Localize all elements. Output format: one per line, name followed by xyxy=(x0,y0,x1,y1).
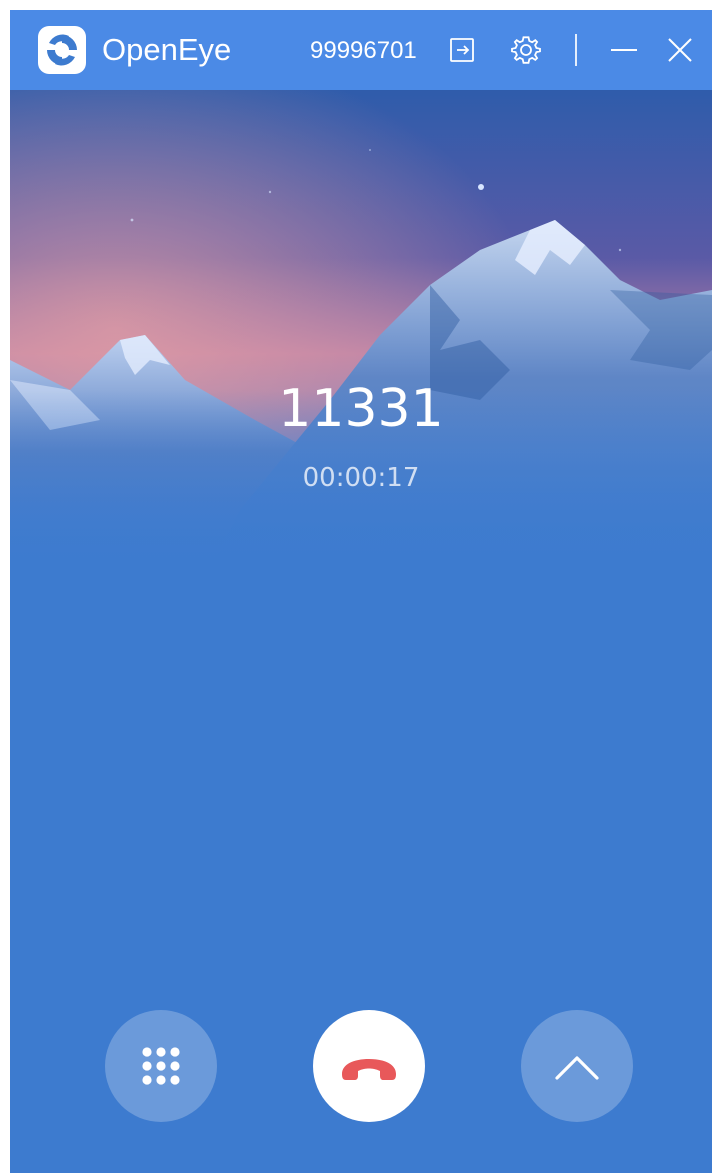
close-icon[interactable] xyxy=(664,34,696,66)
call-window: OpenEye 99996701 11331 00:00:17 xyxy=(10,10,712,1173)
logo-icon xyxy=(38,26,86,74)
dialpad-icon xyxy=(142,1047,180,1085)
gear-icon[interactable] xyxy=(510,34,542,66)
account-number: 99996701 xyxy=(310,37,417,64)
title-bar[interactable]: OpenEye 99996701 xyxy=(10,10,712,90)
background-image xyxy=(10,90,712,570)
dialpad-button[interactable] xyxy=(105,1010,217,1122)
expand-button[interactable] xyxy=(521,1010,633,1122)
call-duration: 00:00:17 xyxy=(302,463,420,493)
caller-number: 11331 xyxy=(278,379,444,439)
logout-icon[interactable] xyxy=(446,34,478,66)
app-title: OpenEye xyxy=(102,32,232,67)
title-separator xyxy=(575,34,577,66)
hang-up-icon xyxy=(342,1059,396,1080)
minimize-icon[interactable] xyxy=(608,34,640,66)
chevron-up-icon xyxy=(555,1056,599,1080)
hang-up-button[interactable] xyxy=(313,1010,425,1122)
